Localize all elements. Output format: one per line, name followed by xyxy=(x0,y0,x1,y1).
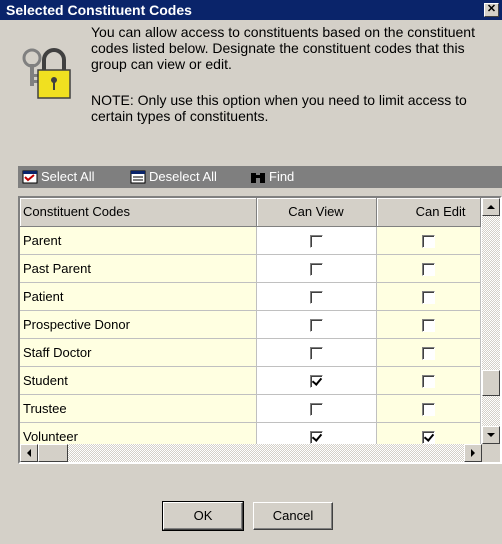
can-view-checkbox[interactable] xyxy=(309,402,323,416)
deselect-all-label: Deselect All xyxy=(149,169,217,184)
close-icon: ✕ xyxy=(486,3,497,15)
table-row[interactable]: Parent xyxy=(20,226,481,255)
binoculars-icon xyxy=(251,173,265,183)
can-edit-checkbox[interactable] xyxy=(421,234,435,248)
select-all-icon xyxy=(22,170,38,184)
table-row[interactable]: Patient xyxy=(20,282,481,311)
column-header-codes[interactable]: Constituent Codes xyxy=(20,198,257,227)
can-edit-checkbox[interactable] xyxy=(421,346,435,360)
can-edit-checkbox[interactable] xyxy=(421,262,435,276)
find-button[interactable]: Find xyxy=(250,166,294,188)
code-name-cell[interactable]: Parent xyxy=(20,226,257,255)
can-view-checkbox[interactable] xyxy=(309,346,323,360)
can-edit-cell xyxy=(376,254,481,283)
toolbar: Select All Deselect All Find xyxy=(18,166,502,188)
right-arrow-icon xyxy=(471,449,475,457)
vertical-scrollbar[interactable] xyxy=(482,198,500,444)
horizontal-scrollbar[interactable] xyxy=(20,444,482,462)
can-view-checkbox[interactable] xyxy=(309,374,323,388)
can-view-cell xyxy=(256,282,377,311)
scroll-right-button[interactable] xyxy=(464,444,482,462)
table-row[interactable]: Past Parent xyxy=(20,254,481,283)
constituent-codes-grid[interactable]: Constituent Codes Can View Can Edit Pare… xyxy=(18,196,502,464)
table-row[interactable]: Trustee xyxy=(20,394,481,423)
can-view-checkbox[interactable] xyxy=(309,262,323,276)
scrollbar-corner xyxy=(482,444,500,462)
table-row[interactable]: Prospective Donor xyxy=(20,310,481,339)
can-edit-cell xyxy=(376,394,481,423)
can-view-cell xyxy=(256,338,377,367)
window-title: Selected Constituent Codes xyxy=(6,2,192,18)
code-name-cell[interactable]: Staff Doctor xyxy=(20,338,257,367)
column-header-can-edit[interactable]: Can Edit xyxy=(376,198,481,227)
table-row[interactable]: Staff Doctor xyxy=(20,338,481,367)
code-name-cell[interactable]: Patient xyxy=(20,282,257,311)
can-edit-cell xyxy=(376,282,481,311)
title-bar: Selected Constituent Codes ✕ xyxy=(0,0,502,20)
can-edit-checkbox[interactable] xyxy=(421,318,435,332)
can-edit-cell xyxy=(376,338,481,367)
vertical-scroll-thumb[interactable] xyxy=(482,370,500,396)
can-edit-checkbox[interactable] xyxy=(421,374,435,388)
can-view-checkbox[interactable] xyxy=(309,234,323,248)
deselect-all-button[interactable]: Deselect All xyxy=(130,166,217,188)
find-label: Find xyxy=(269,169,295,184)
can-edit-cell xyxy=(376,310,481,339)
note-text: NOTE: Only use this option when you need… xyxy=(91,92,467,124)
code-name-cell[interactable]: Past Parent xyxy=(20,254,257,283)
horizontal-scroll-thumb[interactable] xyxy=(38,444,68,462)
scroll-up-button[interactable] xyxy=(482,198,500,216)
codes-table: Constituent Codes Can View Can Edit Pare… xyxy=(20,198,481,462)
can-edit-cell xyxy=(376,226,481,255)
table-row[interactable]: Student xyxy=(20,366,481,395)
can-edit-checkbox[interactable] xyxy=(421,430,435,444)
left-arrow-icon xyxy=(27,449,31,457)
scroll-left-button[interactable] xyxy=(20,444,38,462)
ok-button[interactable]: OK xyxy=(162,501,244,531)
scroll-down-button[interactable] xyxy=(482,426,500,444)
can-view-checkbox[interactable] xyxy=(309,290,323,304)
can-view-cell xyxy=(256,366,377,395)
can-edit-cell xyxy=(376,366,481,395)
can-view-checkbox[interactable] xyxy=(309,430,323,444)
select-all-button[interactable]: Select All xyxy=(22,166,94,188)
instructions-text: You can allow access to constituents bas… xyxy=(91,24,475,72)
header-row: Constituent Codes Can View Can Edit xyxy=(20,198,481,227)
can-view-cell xyxy=(256,254,377,283)
can-edit-checkbox[interactable] xyxy=(421,290,435,304)
can-view-cell xyxy=(256,394,377,423)
close-button[interactable]: ✕ xyxy=(484,3,499,17)
up-arrow-icon xyxy=(487,205,495,209)
column-header-can-view[interactable]: Can View xyxy=(256,198,377,227)
code-name-cell[interactable]: Prospective Donor xyxy=(20,310,257,339)
down-arrow-icon xyxy=(487,433,495,437)
cancel-button[interactable]: Cancel xyxy=(253,502,333,530)
can-view-cell xyxy=(256,226,377,255)
can-view-cell xyxy=(256,310,377,339)
deselect-all-icon xyxy=(130,170,146,184)
padlock-icon xyxy=(22,48,71,99)
can-edit-checkbox[interactable] xyxy=(421,402,435,416)
select-all-label: Select All xyxy=(41,169,95,184)
code-name-cell[interactable]: Trustee xyxy=(20,394,257,423)
code-name-cell[interactable]: Student xyxy=(20,366,257,395)
can-view-checkbox[interactable] xyxy=(309,318,323,332)
